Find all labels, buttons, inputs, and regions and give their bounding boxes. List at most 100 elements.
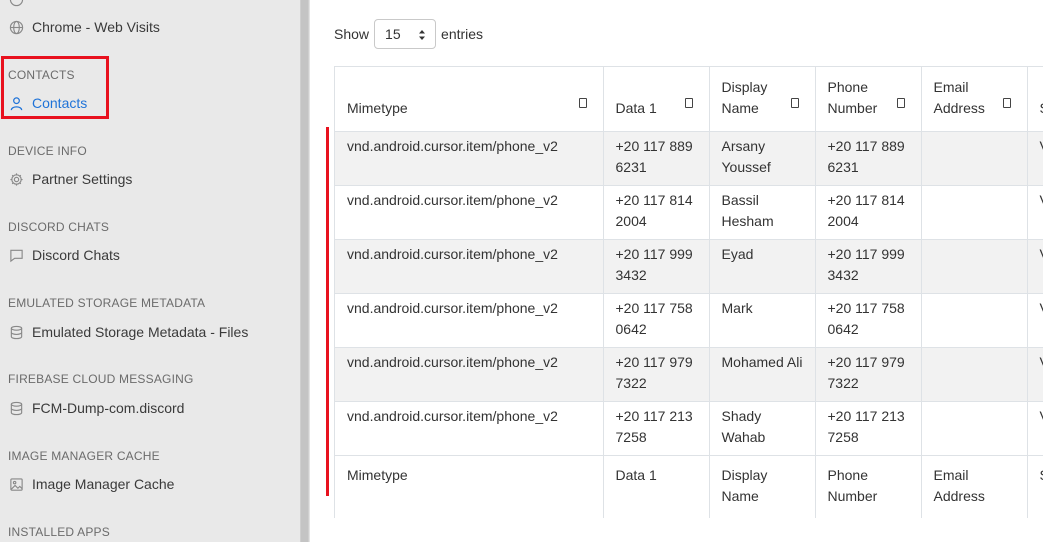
cell-data1: +20 117 999 3432 — [603, 239, 710, 294]
section-title-device-info: DEVICE INFO — [8, 144, 87, 158]
sidebar-item-discord-chats[interactable]: Discord Chats — [8, 247, 120, 263]
select-updown-icon — [419, 30, 426, 40]
cell-email-address — [921, 185, 1028, 240]
sidebar-item-label: Chrome - Web Visits — [32, 19, 160, 35]
cell-display-name: Arsany Youssef — [709, 131, 816, 186]
gear-icon — [8, 171, 24, 187]
sidebar: Chrome - Web Visits CONTACTS Contacts DE… — [0, 0, 300, 542]
cell-s: V — [1027, 401, 1043, 456]
contacts-table: Mimetype Data 1 Display Name Phone Numbe… — [335, 67, 1043, 518]
table-row[interactable]: vnd.android.cursor.item/phone_v2 +20 117… — [335, 131, 1043, 186]
footer-mimetype: Mimetype — [335, 455, 604, 518]
section-title-discord-chats: DISCORD CHATS — [8, 220, 110, 234]
database-icon — [8, 400, 24, 416]
cell-data1: +20 117 889 6231 — [603, 131, 710, 186]
column-header-mimetype[interactable]: Mimetype — [335, 67, 604, 132]
show-label: Show — [334, 26, 370, 42]
cell-mimetype: vnd.android.cursor.item/phone_v2 — [335, 131, 604, 186]
sidebar-item-image-manager-cache[interactable]: Image Manager Cache — [8, 476, 174, 492]
cell-phone-number: +20 117 999 3432 — [815, 239, 922, 294]
column-header-data1[interactable]: Data 1 — [603, 67, 710, 132]
sidebar-item-label: Image Manager Cache — [32, 476, 175, 492]
section-title-installed-apps: INSTALLED APPS — [8, 525, 110, 539]
cell-data1: +20 117 979 7322 — [603, 347, 710, 402]
contacts-highlight-box — [1, 56, 109, 119]
footer-display-name: Display Name — [709, 455, 816, 518]
cell-mimetype: vnd.android.cursor.item/phone_v2 — [335, 185, 604, 240]
column-header-s[interactable]: S — [1027, 67, 1043, 132]
table-row[interactable]: vnd.android.cursor.item/phone_v2 +20 117… — [335, 347, 1043, 402]
scrollbar-thumb[interactable] — [301, 0, 308, 542]
sidebar-item-fcm-dump[interactable]: FCM-Dump-com.discord — [8, 400, 184, 416]
cell-s: V — [1027, 239, 1043, 294]
cell-data1: +20 117 213 7258 — [603, 401, 710, 456]
column-header-phone-number[interactable]: Phone Number — [815, 67, 922, 132]
sort-icon — [1002, 98, 1011, 108]
footer-data1: Data 1 — [603, 455, 710, 518]
table-row[interactable]: vnd.android.cursor.item/phone_v2 +20 117… — [335, 185, 1043, 240]
globe-icon — [8, 19, 24, 35]
cell-email-address — [921, 239, 1028, 294]
cell-s: V — [1027, 293, 1043, 348]
rows-highlight-bar — [326, 127, 329, 496]
sidebar-scrollbar[interactable] — [300, 0, 309, 542]
sort-icon — [684, 98, 693, 108]
database-icon — [8, 324, 24, 340]
cell-display-name: Mark — [709, 293, 816, 348]
cell-email-address — [921, 131, 1028, 186]
sidebar-item-chrome-web-visits-partial[interactable] — [8, 0, 32, 7]
sort-icon — [578, 98, 587, 108]
cell-phone-number: +20 117 814 2004 — [815, 185, 922, 240]
sidebar-item-partner-settings[interactable]: Partner Settings — [8, 171, 132, 187]
cell-phone-number: +20 117 758 0642 — [815, 293, 922, 348]
cell-mimetype: vnd.android.cursor.item/phone_v2 — [335, 239, 604, 294]
image-icon — [8, 476, 24, 492]
footer-email-address: Email Address — [921, 455, 1028, 518]
cell-display-name: Bassil Hesham — [709, 185, 816, 240]
table-row[interactable]: vnd.android.cursor.item/phone_v2 +20 117… — [335, 239, 1043, 294]
footer-s: S — [1027, 455, 1043, 518]
cell-email-address — [921, 401, 1028, 456]
sidebar-item-emulated-storage-files[interactable]: Emulated Storage Metadata - Files — [8, 324, 248, 340]
table-header-row: Mimetype Data 1 Display Name Phone Numbe… — [335, 67, 1043, 132]
table-row[interactable]: vnd.android.cursor.item/phone_v2 +20 117… — [335, 293, 1043, 348]
cell-display-name: Mohamed Ali — [709, 347, 816, 402]
sidebar-item-label: FCM-Dump-com.discord — [32, 400, 185, 416]
sidebar-item-chrome-web-visits[interactable]: Chrome - Web Visits — [8, 19, 160, 35]
cell-mimetype: vnd.android.cursor.item/phone_v2 — [335, 293, 604, 348]
sidebar-item-label: Partner Settings — [32, 171, 133, 187]
section-title-emulated-storage: EMULATED STORAGE METADATA — [8, 296, 206, 310]
cell-phone-number: +20 117 979 7322 — [815, 347, 922, 402]
entries-per-page-value: 15 — [385, 26, 401, 42]
cell-phone-number: +20 117 889 6231 — [815, 131, 922, 186]
contacts-table-container: Mimetype Data 1 Display Name Phone Numbe… — [334, 66, 1043, 518]
chat-bubble-icon — [8, 247, 24, 263]
globe-icon — [8, 0, 24, 7]
cell-s: V — [1027, 131, 1043, 186]
cell-mimetype: vnd.android.cursor.item/phone_v2 — [335, 347, 604, 402]
column-header-email-address[interactable]: Email Address — [921, 67, 1028, 132]
table-footer-row: Mimetype Data 1 Display Name Phone Numbe… — [335, 455, 1043, 518]
content-divider — [309, 0, 310, 542]
cell-s: V — [1027, 347, 1043, 402]
section-title-firebase: FIREBASE CLOUD MESSAGING — [8, 372, 194, 386]
sidebar-item-label: Emulated Storage Metadata - Files — [32, 324, 249, 340]
table-row[interactable]: vnd.android.cursor.item/phone_v2 +20 117… — [335, 401, 1043, 456]
cell-display-name: Shady Wahab — [709, 401, 816, 456]
cell-email-address — [921, 293, 1028, 348]
column-header-display-name[interactable]: Display Name — [709, 67, 816, 132]
cell-s: V — [1027, 185, 1043, 240]
cell-mimetype: vnd.android.cursor.item/phone_v2 — [335, 401, 604, 456]
sidebar-item-label: Discord Chats — [32, 247, 120, 263]
cell-display-name: Eyad — [709, 239, 816, 294]
cell-data1: +20 117 758 0642 — [603, 293, 710, 348]
sort-icon — [790, 98, 799, 108]
entries-label: entries — [441, 26, 484, 42]
sort-icon — [896, 98, 905, 108]
length-control: Show 15 entries — [334, 19, 483, 49]
cell-phone-number: +20 117 213 7258 — [815, 401, 922, 456]
cell-data1: +20 117 814 2004 — [603, 185, 710, 240]
entries-per-page-select[interactable]: 15 — [374, 19, 437, 49]
footer-phone-number: Phone Number — [815, 455, 922, 518]
cell-email-address — [921, 347, 1028, 402]
